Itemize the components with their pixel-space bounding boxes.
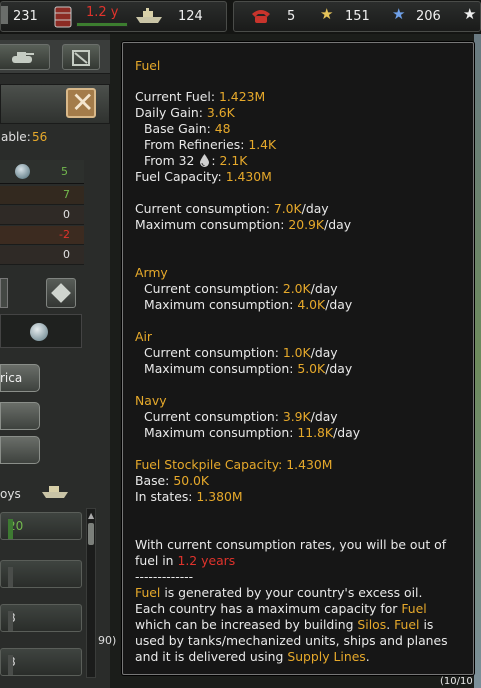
map-label-left: 90) <box>98 634 117 647</box>
close-icon: ✕ <box>71 86 95 119</box>
max-consumption-line: Maximum consumption: 20.9K/day <box>135 217 352 232</box>
tooltip-divider: ------------- <box>135 569 194 584</box>
manpower-icon <box>1 6 8 24</box>
globe-button[interactable] <box>0 314 82 348</box>
outlook-line-2: fuel in 1.2 years <box>135 553 236 568</box>
fuel-capacity-line: Fuel Capacity: 1.430M <box>135 169 272 184</box>
region-tab-label: rica <box>0 371 23 385</box>
resource-row-header: 5 <box>0 160 84 184</box>
political-power-star-icon: ★ <box>320 5 334 23</box>
from-oil-line: From 32 : 2.1K <box>144 153 248 168</box>
production-side-panel: ✕ able: 56 5 7 0 -2 0 rica oys 20 - 8 8 … <box>0 34 110 688</box>
description-line-4: used by tanks/mechanized units, ships an… <box>135 633 448 648</box>
daily-gain-value: 3.6K <box>206 105 235 120</box>
slot-indicator <box>8 519 13 539</box>
convoys-value[interactable]: 124 <box>178 9 203 24</box>
equipment-category-button[interactable] <box>62 44 100 70</box>
description-line-3: which can be increased by building Silos… <box>135 617 434 632</box>
region-tab[interactable]: rica <box>0 364 40 392</box>
fuel-days-value[interactable]: 1.2 y <box>86 5 119 20</box>
description-line-5: and it is delivered using Supply Lines. <box>135 649 370 664</box>
fuel-capacity-value: 1.430M <box>225 169 272 184</box>
convoy-scrollbar[interactable]: ▲ <box>86 508 96 678</box>
stockpile-states-line: In states: 1.380M <box>135 489 243 504</box>
left-small-button[interactable] <box>0 278 8 308</box>
daily-gain-line: Daily Gain: 3.6K <box>135 105 235 120</box>
refineries-line: From Refineries: 1.4K <box>144 137 277 152</box>
scroll-thumb[interactable] <box>88 523 94 545</box>
phone-icon <box>252 10 270 23</box>
convoy-slot[interactable]: 20 <box>0 512 82 540</box>
convoy-ship-icon <box>136 8 162 23</box>
tank-category-button[interactable] <box>0 44 50 70</box>
command-power-value[interactable]: 206 <box>416 9 441 24</box>
from-oil-value: 2.1K <box>219 153 248 168</box>
oil-drop-icon <box>200 154 210 167</box>
fuel-barrel-icon <box>54 6 72 28</box>
cube-icon <box>51 283 71 303</box>
region-tab[interactable] <box>0 436 40 464</box>
base-gain-value: 48 <box>214 121 231 136</box>
globe-icon <box>30 323 48 341</box>
stockpile-value: 56 <box>32 130 48 144</box>
stockpile-label: able: <box>1 130 31 144</box>
navy-max-line: Maximum consumption: 11.8K/day <box>144 425 361 440</box>
slot-indicator <box>8 567 13 587</box>
years-remaining-value: 1.2 years <box>177 553 236 568</box>
slot-indicator <box>8 611 13 631</box>
convoy-ship-icon <box>42 486 68 498</box>
description-line-2: Each country has a maximum capacity for … <box>135 601 427 616</box>
convoys-label: oys <box>0 487 21 501</box>
air-max-line: Maximum consumption: 5.0K/day <box>144 361 353 376</box>
resource-row: 0 <box>0 246 84 265</box>
army-max-line: Maximum consumption: 4.0K/day <box>144 297 353 312</box>
air-heading: Air <box>135 329 153 344</box>
current-fuel-line: Current Fuel: 1.423M <box>135 89 266 104</box>
unit-type-button-row <box>0 40 110 74</box>
fuel-tooltip: Fuel Current Fuel: 1.423M Daily Gain: 3.… <box>122 42 474 675</box>
stockpile-base-line: Base: 50.0K <box>135 473 210 488</box>
command-power-star-icon: ★ <box>392 5 406 23</box>
stockpile-capacity-line: Fuel Stockpile Capacity: 1.430M <box>135 457 333 472</box>
tooltip-title: Fuel <box>135 58 161 73</box>
convoy-slot[interactable]: - <box>0 560 82 588</box>
cube-button[interactable] <box>46 278 76 308</box>
convoy-slot[interactable]: 8 <box>0 604 82 632</box>
description-line-1: Fuel is generated by your country's exce… <box>135 585 423 600</box>
manpower-value[interactable]: 231 <box>13 9 38 24</box>
base-gain-line: Base Gain: 48 <box>144 121 231 136</box>
region-tab[interactable] <box>0 402 40 430</box>
map-corner-label: (10/10 <box>440 676 473 687</box>
scroll-up-icon: ▲ <box>88 511 95 520</box>
political-power-value[interactable]: 151 <box>345 9 370 24</box>
outlook-line-1: With current consumption rates, you will… <box>135 537 447 552</box>
army-current-line: Current consumption: 2.0K/day <box>144 281 338 296</box>
navy-current-line: Current consumption: 3.9K/day <box>144 409 338 424</box>
refineries-value: 1.4K <box>248 137 277 152</box>
fuel-bar <box>76 22 128 27</box>
resource-row: 0 <box>0 206 84 225</box>
close-button[interactable]: ✕ <box>66 86 96 119</box>
slot-indicator <box>8 655 13 675</box>
globe-icon <box>15 164 30 179</box>
top-resource-bar: 231 1.2 y 124 5 ★ 151 ★ 206 ★ <box>0 0 481 34</box>
current-fuel-value: 1.423M <box>218 89 266 104</box>
convoy-slot[interactable]: 8 <box>0 648 82 676</box>
phone-value[interactable]: 5 <box>287 9 295 24</box>
army-heading: Army <box>135 265 168 280</box>
tank-icon <box>12 52 34 63</box>
extra-star-icon: ★ <box>463 5 477 23</box>
equipment-icon <box>72 50 90 66</box>
resource-row: 7 <box>0 186 84 205</box>
world-map-edge[interactable] <box>474 34 481 688</box>
air-current-line: Current consumption: 1.0K/day <box>144 345 338 360</box>
navy-heading: Navy <box>135 393 167 408</box>
count-value: 5 <box>61 165 68 178</box>
current-consumption-line: Current consumption: 7.0K/day <box>135 201 329 216</box>
resource-row: -2 <box>0 226 84 245</box>
